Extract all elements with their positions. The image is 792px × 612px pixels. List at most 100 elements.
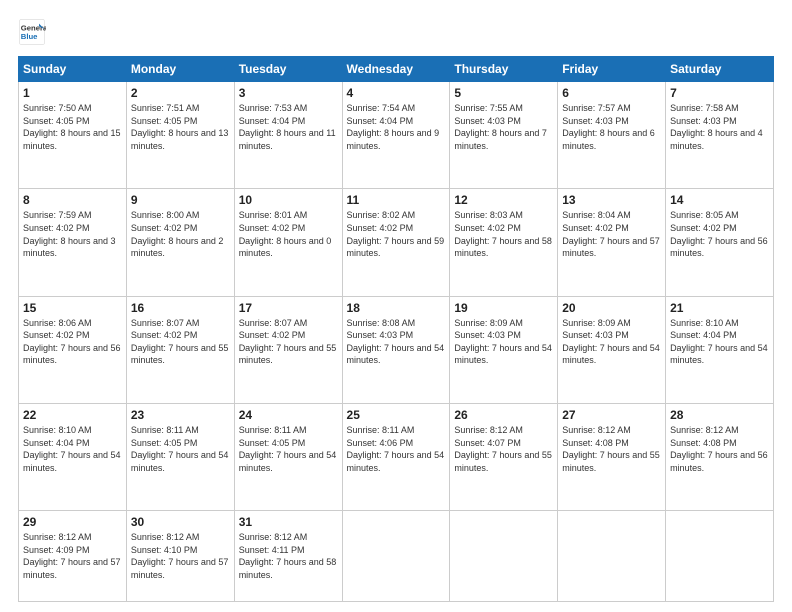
weekday-header-sunday: Sunday: [19, 57, 127, 82]
day-number: 17: [239, 301, 338, 315]
day-info: Sunrise: 7:55 AMSunset: 4:03 PMDaylight:…: [454, 102, 553, 152]
svg-text:General: General: [21, 24, 46, 33]
calendar-cell: [450, 511, 558, 602]
day-info: Sunrise: 8:00 AMSunset: 4:02 PMDaylight:…: [131, 209, 230, 259]
day-info: Sunrise: 7:50 AMSunset: 4:05 PMDaylight:…: [23, 102, 122, 152]
day-info: Sunrise: 7:53 AMSunset: 4:04 PMDaylight:…: [239, 102, 338, 152]
day-info: Sunrise: 8:11 AMSunset: 4:05 PMDaylight:…: [131, 424, 230, 474]
calendar-cell: 26 Sunrise: 8:12 AMSunset: 4:07 PMDayligh…: [450, 403, 558, 510]
calendar-cell: 12 Sunrise: 8:03 AMSunset: 4:02 PMDayligh…: [450, 189, 558, 296]
calendar-cell: 23 Sunrise: 8:11 AMSunset: 4:05 PMDayligh…: [126, 403, 234, 510]
calendar-cell: 14 Sunrise: 8:05 AMSunset: 4:02 PMDayligh…: [666, 189, 774, 296]
day-info: Sunrise: 8:09 AMSunset: 4:03 PMDaylight:…: [454, 317, 553, 367]
day-number: 12: [454, 193, 553, 207]
day-info: Sunrise: 7:59 AMSunset: 4:02 PMDaylight:…: [23, 209, 122, 259]
day-number: 9: [131, 193, 230, 207]
day-info: Sunrise: 8:07 AMSunset: 4:02 PMDaylight:…: [131, 317, 230, 367]
day-number: 29: [23, 515, 122, 529]
calendar-cell: 19 Sunrise: 8:09 AMSunset: 4:03 PMDayligh…: [450, 296, 558, 403]
logo-icon: General Blue: [18, 18, 46, 46]
calendar-cell: [342, 511, 450, 602]
calendar-cell: 22Sunrise: 8:10 AMSunset: 4:04 PMDayligh…: [19, 403, 127, 510]
day-info: Sunrise: 8:12 AMSunset: 4:09 PMDaylight:…: [23, 531, 122, 581]
weekday-header-row: SundayMondayTuesdayWednesdayThursdayFrid…: [19, 57, 774, 82]
weekday-header-saturday: Saturday: [666, 57, 774, 82]
calendar-table: SundayMondayTuesdayWednesdayThursdayFrid…: [18, 56, 774, 602]
day-info: Sunrise: 7:57 AMSunset: 4:03 PMDaylight:…: [562, 102, 661, 152]
day-number: 1: [23, 86, 122, 100]
day-info: Sunrise: 8:05 AMSunset: 4:02 PMDaylight:…: [670, 209, 769, 259]
calendar-cell: 8 Sunrise: 7:59 AMSunset: 4:02 PMDaylight…: [19, 189, 127, 296]
calendar-cell: 1 Sunrise: 7:50 AMSunset: 4:05 PMDaylight…: [19, 82, 127, 189]
day-number: 19: [454, 301, 553, 315]
day-number: 26: [454, 408, 553, 422]
day-number: 6: [562, 86, 661, 100]
calendar-cell: 3 Sunrise: 7:53 AMSunset: 4:04 PMDaylight…: [234, 82, 342, 189]
day-info: Sunrise: 8:03 AMSunset: 4:02 PMDaylight:…: [454, 209, 553, 259]
day-number: 28: [670, 408, 769, 422]
weekday-header-tuesday: Tuesday: [234, 57, 342, 82]
calendar-cell: 5Sunrise: 7:55 AMSunset: 4:03 PMDaylight…: [450, 82, 558, 189]
day-info: Sunrise: 8:07 AMSunset: 4:02 PMDaylight:…: [239, 317, 338, 367]
calendar-cell: 4 Sunrise: 7:54 AMSunset: 4:04 PMDaylight…: [342, 82, 450, 189]
calendar-cell: 15Sunrise: 8:06 AMSunset: 4:02 PMDayligh…: [19, 296, 127, 403]
day-number: 11: [347, 193, 446, 207]
day-number: 25: [347, 408, 446, 422]
day-number: 3: [239, 86, 338, 100]
calendar-cell: 13Sunrise: 8:04 AMSunset: 4:02 PMDayligh…: [558, 189, 666, 296]
calendar-cell: 31 Sunrise: 8:12 AMSunset: 4:11 PMDayligh…: [234, 511, 342, 602]
calendar-row-5: 29 Sunrise: 8:12 AMSunset: 4:09 PMDayligh…: [19, 511, 774, 602]
day-info: Sunrise: 8:10 AMSunset: 4:04 PMDaylight:…: [23, 424, 122, 474]
calendar-cell: 9 Sunrise: 8:00 AMSunset: 4:02 PMDaylight…: [126, 189, 234, 296]
day-info: Sunrise: 8:06 AMSunset: 4:02 PMDaylight:…: [23, 317, 122, 367]
day-number: 2: [131, 86, 230, 100]
day-info: Sunrise: 8:08 AMSunset: 4:03 PMDaylight:…: [347, 317, 446, 367]
weekday-header-thursday: Thursday: [450, 57, 558, 82]
day-info: Sunrise: 8:01 AMSunset: 4:02 PMDaylight:…: [239, 209, 338, 259]
calendar-cell: 29 Sunrise: 8:12 AMSunset: 4:09 PMDayligh…: [19, 511, 127, 602]
day-number: 21: [670, 301, 769, 315]
day-number: 30: [131, 515, 230, 529]
weekday-header-monday: Monday: [126, 57, 234, 82]
day-info: Sunrise: 8:12 AMSunset: 4:07 PMDaylight:…: [454, 424, 553, 474]
day-info: Sunrise: 8:12 AMSunset: 4:10 PMDaylight:…: [131, 531, 230, 581]
calendar-cell: [666, 511, 774, 602]
calendar-cell: 24 Sunrise: 8:11 AMSunset: 4:05 PMDayligh…: [234, 403, 342, 510]
day-number: 8: [23, 193, 122, 207]
day-info: Sunrise: 7:58 AMSunset: 4:03 PMDaylight:…: [670, 102, 769, 152]
day-number: 14: [670, 193, 769, 207]
day-info: Sunrise: 8:12 AMSunset: 4:11 PMDaylight:…: [239, 531, 338, 581]
calendar-cell: 11 Sunrise: 8:02 AMSunset: 4:02 PMDayligh…: [342, 189, 450, 296]
weekday-header-friday: Friday: [558, 57, 666, 82]
day-info: Sunrise: 7:54 AMSunset: 4:04 PMDaylight:…: [347, 102, 446, 152]
day-info: Sunrise: 8:10 AMSunset: 4:04 PMDaylight:…: [670, 317, 769, 367]
day-number: 4: [347, 86, 446, 100]
calendar-cell: 16 Sunrise: 8:07 AMSunset: 4:02 PMDayligh…: [126, 296, 234, 403]
day-number: 18: [347, 301, 446, 315]
day-number: 23: [131, 408, 230, 422]
calendar-row-1: 1 Sunrise: 7:50 AMSunset: 4:05 PMDaylight…: [19, 82, 774, 189]
day-info: Sunrise: 7:51 AMSunset: 4:05 PMDaylight:…: [131, 102, 230, 152]
day-info: Sunrise: 8:04 AMSunset: 4:02 PMDaylight:…: [562, 209, 661, 259]
calendar-cell: 2 Sunrise: 7:51 AMSunset: 4:05 PMDaylight…: [126, 82, 234, 189]
calendar-cell: 27 Sunrise: 8:12 AMSunset: 4:08 PMDayligh…: [558, 403, 666, 510]
calendar-cell: 6 Sunrise: 7:57 AMSunset: 4:03 PMDaylight…: [558, 82, 666, 189]
weekday-header-wednesday: Wednesday: [342, 57, 450, 82]
day-number: 16: [131, 301, 230, 315]
calendar-cell: 28 Sunrise: 8:12 AMSunset: 4:08 PMDayligh…: [666, 403, 774, 510]
day-info: Sunrise: 8:12 AMSunset: 4:08 PMDaylight:…: [670, 424, 769, 474]
calendar-cell: 25Sunrise: 8:11 AMSunset: 4:06 PMDayligh…: [342, 403, 450, 510]
day-number: 24: [239, 408, 338, 422]
day-info: Sunrise: 8:11 AMSunset: 4:05 PMDaylight:…: [239, 424, 338, 474]
day-number: 27: [562, 408, 661, 422]
header-row: General Blue: [18, 18, 774, 46]
day-number: 20: [562, 301, 661, 315]
calendar-cell: [558, 511, 666, 602]
calendar-cell: 7Sunrise: 7:58 AMSunset: 4:03 PMDaylight…: [666, 82, 774, 189]
calendar-cell: 30 Sunrise: 8:12 AMSunset: 4:10 PMDayligh…: [126, 511, 234, 602]
day-info: Sunrise: 8:12 AMSunset: 4:08 PMDaylight:…: [562, 424, 661, 474]
day-number: 31: [239, 515, 338, 529]
day-info: Sunrise: 8:02 AMSunset: 4:02 PMDaylight:…: [347, 209, 446, 259]
logo: General Blue: [18, 18, 46, 46]
day-info: Sunrise: 8:09 AMSunset: 4:03 PMDaylight:…: [562, 317, 661, 367]
